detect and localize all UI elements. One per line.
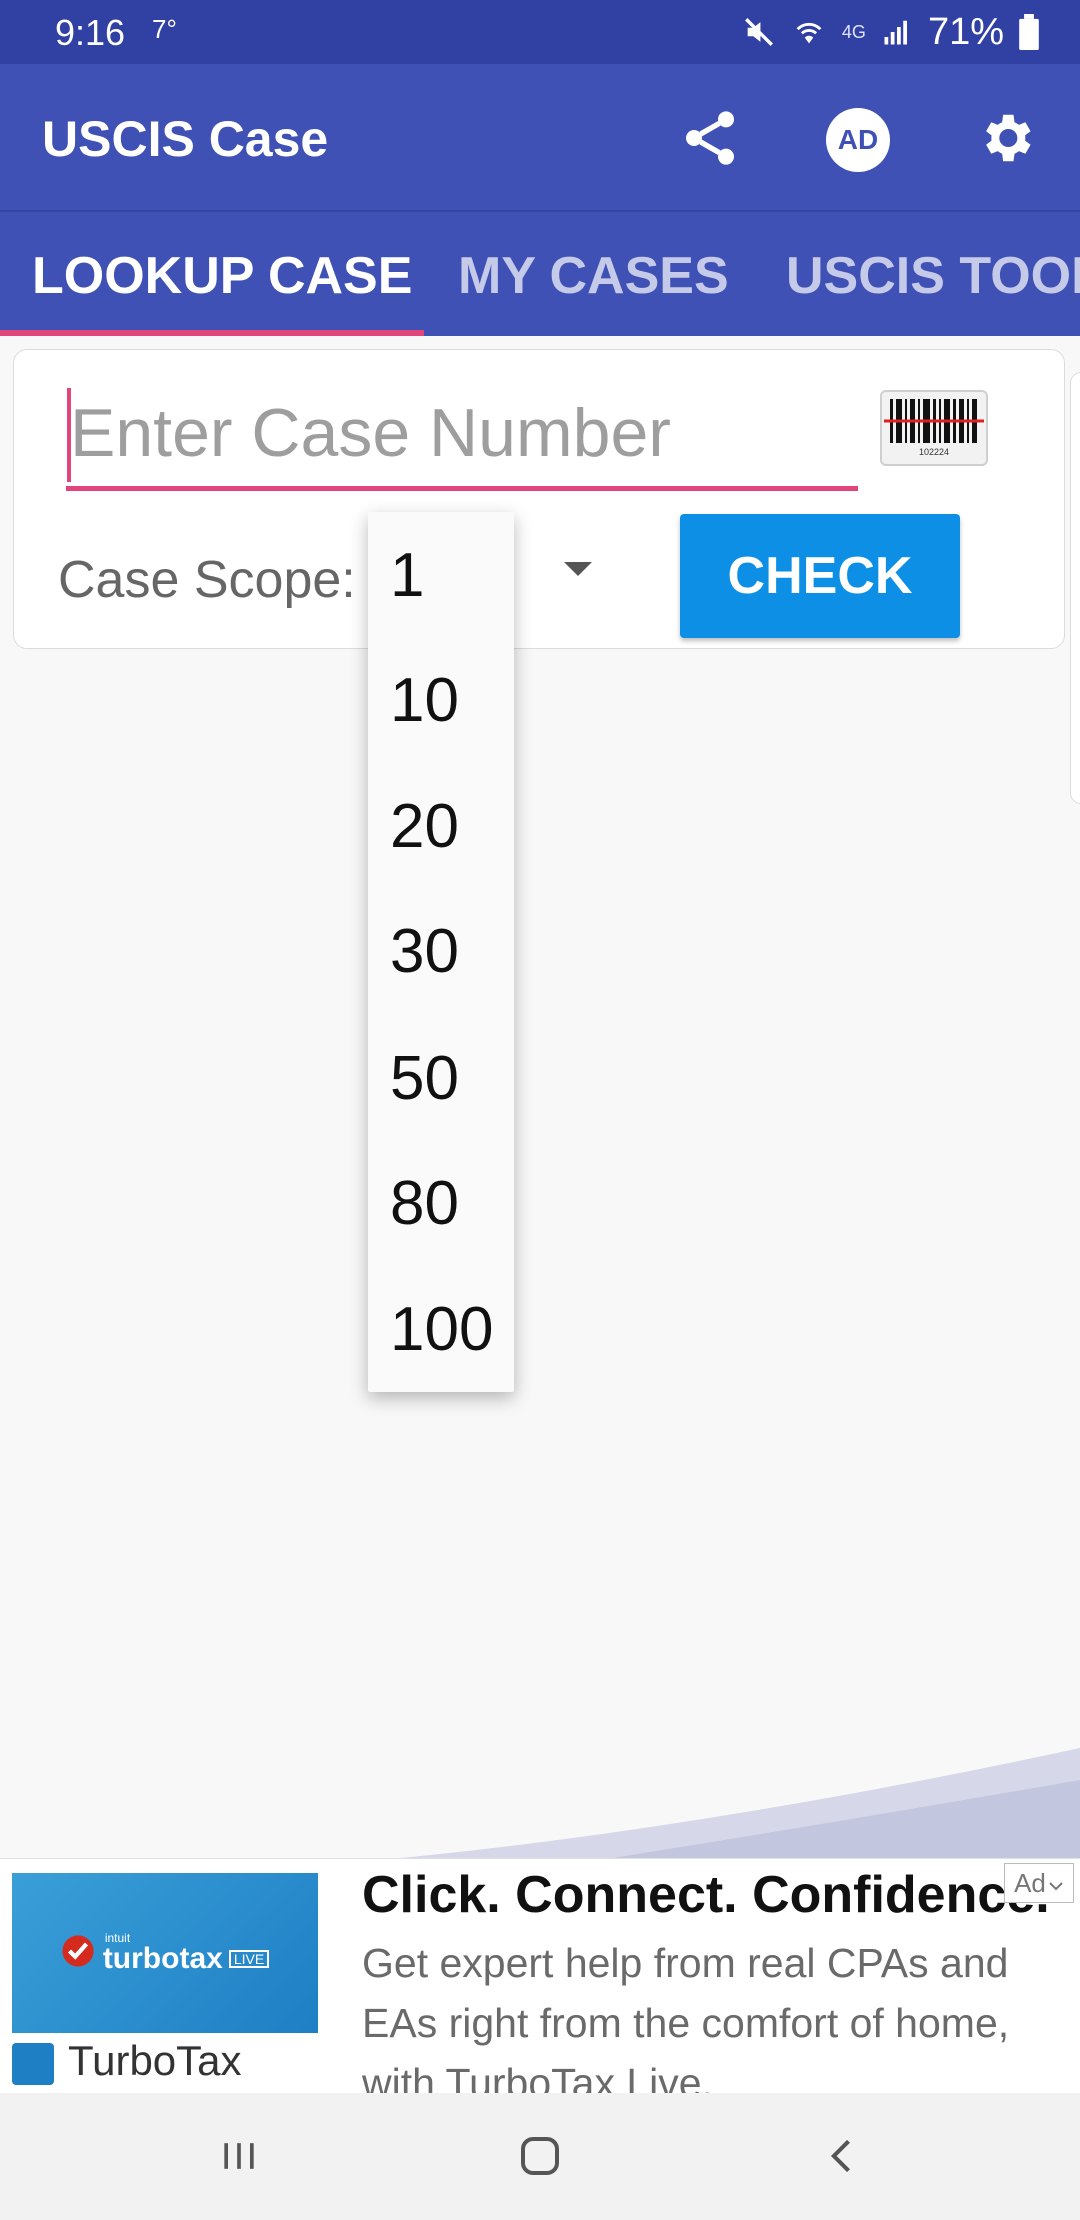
tab-indicator: [0, 330, 424, 336]
app-bar: USCIS Case AD: [0, 64, 1080, 210]
next-page-card-edge: [1070, 372, 1080, 804]
app-title: USCIS Case: [42, 111, 329, 167]
scope-option-80[interactable]: 80: [390, 1168, 459, 1239]
tab-bar: LOOKUP CASE MY CASES USCIS TOOL: [0, 210, 1080, 336]
scope-option-100[interactable]: 100: [390, 1294, 493, 1365]
gear-icon: [975, 107, 1037, 174]
case-scope-label: Case Scope:: [58, 551, 356, 609]
ad-brand-name: TurboTax: [68, 2037, 242, 2084]
barcode-digits: 102224: [919, 447, 949, 457]
mute-icon: [742, 15, 776, 49]
checkmark-icon: [61, 1934, 95, 1973]
ad-choices-button[interactable]: Ad: [1004, 1863, 1074, 1903]
barcode-scan-button[interactable]: 102224: [880, 390, 988, 466]
chevron-down-icon[interactable]: [564, 562, 592, 576]
scope-option-10[interactable]: 10: [390, 665, 459, 736]
share-button[interactable]: [670, 100, 750, 180]
back-icon: [821, 2134, 865, 2183]
battery-icon: [1018, 14, 1040, 50]
scope-option-30[interactable]: 30: [390, 916, 459, 987]
status-bar: 9:16 7° 4G 71%: [0, 0, 1080, 64]
case-scope-dropdown: 1 10 20 30 50 80 100: [368, 512, 514, 1392]
home-icon: [516, 2132, 564, 2185]
turbotax-brand-icon: [12, 2043, 54, 2085]
case-number-input[interactable]: [66, 380, 856, 486]
ad-label-text: Ad: [1014, 1867, 1046, 1898]
remove-ads-button[interactable]: AD: [818, 100, 898, 180]
tab-uscis-tools[interactable]: USCIS TOOL: [786, 246, 1080, 306]
scope-option-50[interactable]: 50: [390, 1043, 459, 1114]
ad-headline[interactable]: Click. Connect. Confidence.: [362, 1865, 1050, 1925]
background-decoration: [380, 1748, 1080, 1860]
chevron-down-icon: [1048, 1868, 1064, 1899]
input-underline: [66, 486, 858, 491]
system-nav-bar: [0, 2093, 1080, 2220]
recent-apps-icon: [217, 2134, 261, 2183]
share-icon: [678, 106, 742, 175]
status-time: 9:16: [55, 12, 126, 53]
wifi-icon: [790, 15, 828, 49]
tab-lookup-case[interactable]: LOOKUP CASE: [32, 246, 412, 306]
battery-percent: 71%: [927, 10, 1004, 53]
network-type: 4G: [841, 21, 866, 42]
status-temperature: 7°: [152, 14, 177, 44]
back-button[interactable]: [808, 2123, 878, 2193]
ad-image[interactable]: intuit turbotax LIVE: [12, 1873, 318, 2033]
barcode-icon: 102224: [884, 391, 984, 466]
signal-icon: [880, 17, 914, 47]
status-icons: 4G 71%: [742, 10, 1040, 54]
scope-option-20[interactable]: 20: [390, 791, 459, 862]
tab-my-cases[interactable]: MY CASES: [458, 246, 729, 306]
ad-logo-turbotax: turbotax: [102, 1942, 223, 1975]
settings-button[interactable]: [966, 100, 1046, 180]
text-cursor: [67, 388, 71, 482]
home-button[interactable]: [505, 2123, 575, 2193]
ad-badge: AD: [826, 108, 890, 172]
check-button[interactable]: CHECK: [680, 514, 960, 638]
ad-banner[interactable]: intuit turbotax LIVE TurboTax Click. Con…: [0, 1858, 1080, 2094]
scope-option-1[interactable]: 1: [390, 540, 424, 611]
ad-body-text: Get expert help from real CPAs and EAs r…: [362, 1940, 1010, 2094]
recent-apps-button[interactable]: [204, 2123, 274, 2193]
ad-logo-live: LIVE: [228, 1950, 270, 1968]
